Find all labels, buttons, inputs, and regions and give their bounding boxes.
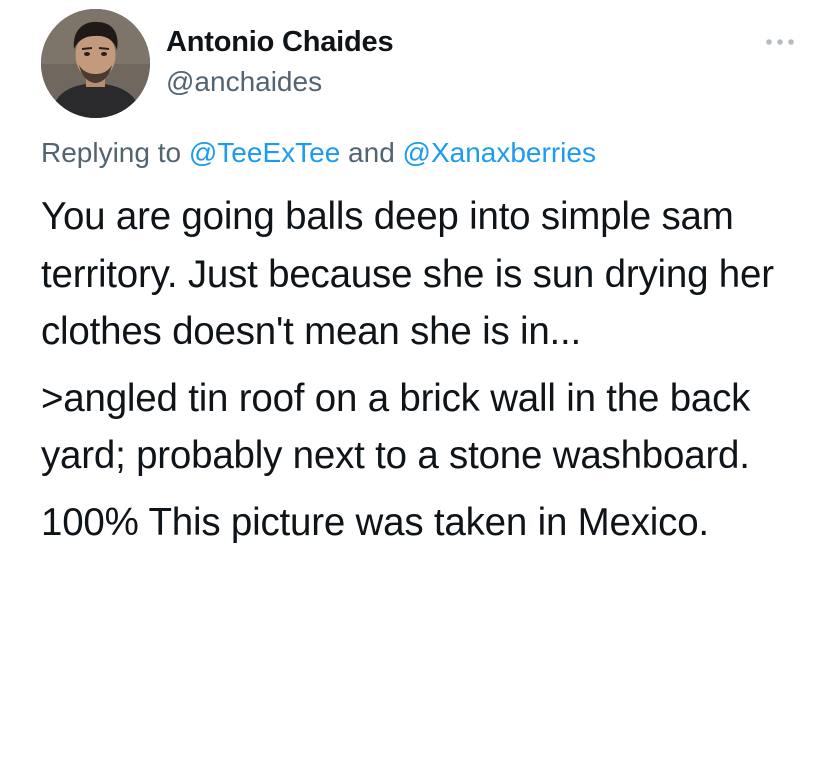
reply-context-conjunction: and — [348, 137, 395, 168]
display-name[interactable]: Antonio Chaides — [166, 22, 394, 62]
tweet-paragraph: You are going balls deep into simple sam… — [41, 195, 774, 353]
tweet-paragraph: >angled tin roof on a brick wall in the … — [41, 376, 751, 478]
more-options-ellipsis-icon — [766, 39, 794, 45]
avatar-photo — [41, 9, 150, 118]
reply-context-prefix: Replying to — [41, 137, 182, 168]
avatar[interactable] — [41, 9, 150, 118]
reply-context: Replying to @TeeExTee and @Xanaxberries — [41, 133, 596, 173]
author-info[interactable]: Antonio Chaides @anchaides — [166, 22, 394, 102]
mention-link-xanaxberries[interactable]: @Xanaxberries — [403, 137, 596, 168]
username-handle[interactable]: @anchaides — [166, 62, 393, 102]
mention-link-teeextee[interactable]: @TeeExTee — [189, 137, 340, 168]
tweet-paragraph: 100% This picture was taken in Mexico. — [41, 500, 709, 544]
tweet-text: You are going balls deep into simple sam… — [41, 188, 811, 551]
tweet: Antonio Chaides @anchaides Replying to @… — [0, 0, 828, 763]
more-options-button[interactable] — [762, 30, 798, 54]
